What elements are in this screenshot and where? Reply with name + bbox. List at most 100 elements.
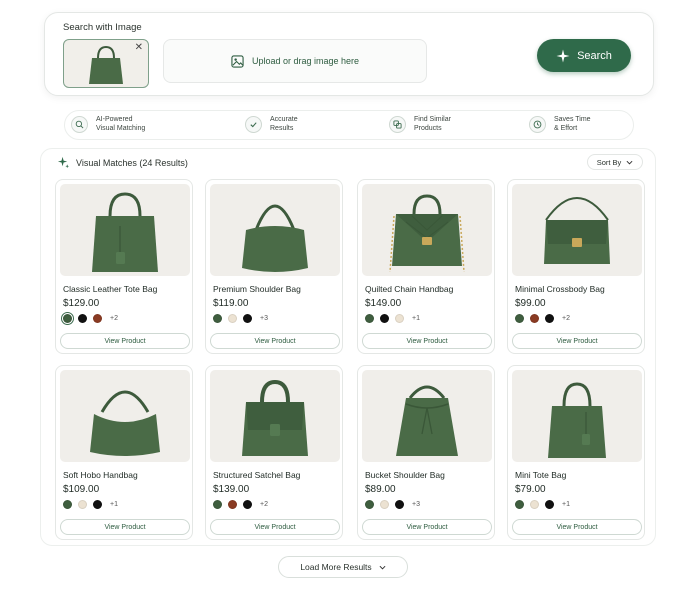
color-swatch[interactable] (213, 314, 222, 323)
search-button[interactable]: Search (537, 39, 631, 72)
color-swatch[interactable] (395, 500, 404, 509)
color-swatches: +1 (63, 500, 118, 509)
color-swatch[interactable] (380, 500, 389, 509)
color-swatch[interactable] (365, 314, 374, 323)
product-name[interactable]: Quilted Chain Handbag (365, 284, 453, 294)
product-image[interactable] (60, 370, 190, 462)
color-swatch[interactable] (93, 314, 102, 323)
product-image[interactable] (210, 184, 340, 276)
search-button-label: Search (577, 49, 612, 62)
color-swatch[interactable] (530, 500, 539, 509)
product-image[interactable] (512, 370, 642, 462)
color-swatch[interactable] (380, 314, 389, 323)
color-swatches: +2 (60, 311, 118, 326)
product-name[interactable]: Classic Leather Tote Bag (63, 284, 157, 294)
product-price: $139.00 (213, 484, 250, 495)
bag-thumbnail-icon (89, 45, 123, 84)
check-badge-icon (245, 115, 262, 133)
color-swatch[interactable] (60, 311, 75, 326)
color-swatch[interactable] (78, 500, 87, 509)
upload-dropzone[interactable]: Upload or drag image here (163, 39, 427, 83)
color-swatch[interactable] (515, 500, 524, 509)
feature-accurate-results: Accurate Results (245, 115, 328, 133)
view-product-button[interactable]: View Product (210, 333, 340, 349)
load-more-button[interactable]: Load More Results (278, 556, 408, 578)
color-swatch[interactable] (228, 500, 237, 509)
product-card-premium-shoulder-bag[interactable]: Premium Shoulder Bag $119.00 +3 View Pro… (205, 179, 343, 354)
view-product-button[interactable]: View Product (362, 519, 492, 535)
uploaded-image-thumbnail[interactable]: ✕ (63, 39, 149, 88)
feature-line2: Products (414, 125, 442, 132)
product-name[interactable]: Mini Tote Bag (515, 470, 566, 480)
chevron-down-icon (379, 565, 386, 569)
clock-icon (529, 115, 546, 133)
product-image[interactable] (60, 184, 190, 276)
view-product-button[interactable]: View Product (512, 519, 642, 535)
product-card-mini-tote-bag[interactable]: Mini Tote Bag $79.00 +1 View Product (507, 365, 645, 540)
color-swatches: +3 (365, 500, 420, 509)
color-swatch[interactable] (63, 500, 72, 509)
color-swatch[interactable] (545, 314, 554, 323)
product-card-structured-satchel-bag[interactable]: Structured Satchel Bag $139.00 +2 View P… (205, 365, 343, 540)
sparkles-icon (57, 156, 70, 169)
product-price: $129.00 (63, 298, 100, 309)
sort-by-dropdown[interactable]: Sort By (587, 154, 643, 170)
product-card-bucket-shoulder-bag[interactable]: Bucket Shoulder Bag $89.00 +3 View Produ… (357, 365, 495, 540)
product-image[interactable] (512, 184, 642, 276)
sparkle-search-icon (71, 115, 88, 133)
product-name[interactable]: Structured Satchel Bag (213, 470, 300, 480)
product-name[interactable]: Premium Shoulder Bag (213, 284, 301, 294)
results-header: Visual Matches (24 Results) (57, 156, 188, 169)
product-card-classic-leather-tote-bag[interactable]: Classic Leather Tote Bag $129.00 +2 View… (55, 179, 193, 354)
product-name[interactable]: Bucket Shoulder Bag (365, 470, 445, 480)
feature-line1: Saves Time (554, 116, 591, 123)
sparkle-icon (556, 49, 570, 62)
color-swatch[interactable] (93, 500, 102, 509)
product-name[interactable]: Soft Hobo Handbag (63, 470, 138, 480)
product-image[interactable] (210, 370, 340, 462)
product-card-quilted-chain-handbag[interactable]: Quilted Chain Handbag $149.00 +1 View Pr… (357, 179, 495, 354)
chevron-down-icon (626, 160, 633, 164)
color-swatch[interactable] (515, 314, 524, 323)
more-colors-count[interactable]: +1 (562, 501, 570, 508)
view-product-button[interactable]: View Product (210, 519, 340, 535)
feature-line1: Find Similar (414, 116, 451, 123)
product-name[interactable]: Minimal Crossbody Bag (515, 284, 605, 294)
more-colors-count[interactable]: +3 (260, 315, 268, 322)
color-swatch[interactable] (395, 314, 404, 323)
more-colors-count[interactable]: +1 (110, 501, 118, 508)
sort-label: Sort By (596, 157, 622, 167)
results-heading: Visual Matches (24 Results) (76, 157, 188, 168)
product-card-soft-hobo-handbag[interactable]: Soft Hobo Handbag $109.00 +1 View Produc… (55, 365, 193, 540)
color-swatch[interactable] (228, 314, 237, 323)
feature-visual-matching: AI-Powered Visual Matching (71, 115, 154, 133)
view-product-button[interactable]: View Product (512, 333, 642, 349)
color-swatch[interactable] (530, 314, 539, 323)
load-more-label: Load More Results (300, 562, 372, 572)
product-image[interactable] (362, 184, 492, 276)
more-colors-count[interactable]: +2 (562, 315, 570, 322)
product-price: $109.00 (63, 484, 100, 495)
product-price: $89.00 (365, 484, 396, 495)
image-search-panel: Search with Image ✕ Upload or drag image… (44, 12, 654, 96)
color-swatches: +2 (213, 500, 268, 509)
feature-line2: Results (270, 125, 294, 132)
view-product-button[interactable]: View Product (60, 519, 190, 535)
color-swatch[interactable] (213, 500, 222, 509)
feature-line2: & Effort (554, 125, 578, 132)
color-swatch[interactable] (365, 500, 374, 509)
more-colors-count[interactable]: +1 (412, 315, 420, 322)
color-swatch[interactable] (243, 500, 252, 509)
color-swatches: +2 (515, 314, 570, 323)
color-swatch[interactable] (243, 314, 252, 323)
more-colors-count[interactable]: +2 (260, 501, 268, 508)
product-image[interactable] (362, 370, 492, 462)
remove-image-close-icon[interactable]: ✕ (135, 42, 143, 54)
product-card-minimal-crossbody-bag[interactable]: Minimal Crossbody Bag $99.00 +2 View Pro… (507, 179, 645, 354)
view-product-button[interactable]: View Product (60, 333, 190, 349)
color-swatch[interactable] (545, 500, 554, 509)
view-product-button[interactable]: View Product (362, 333, 492, 349)
more-colors-count[interactable]: +3 (412, 501, 420, 508)
more-colors-count[interactable]: +2 (110, 315, 118, 322)
color-swatch[interactable] (78, 314, 87, 323)
